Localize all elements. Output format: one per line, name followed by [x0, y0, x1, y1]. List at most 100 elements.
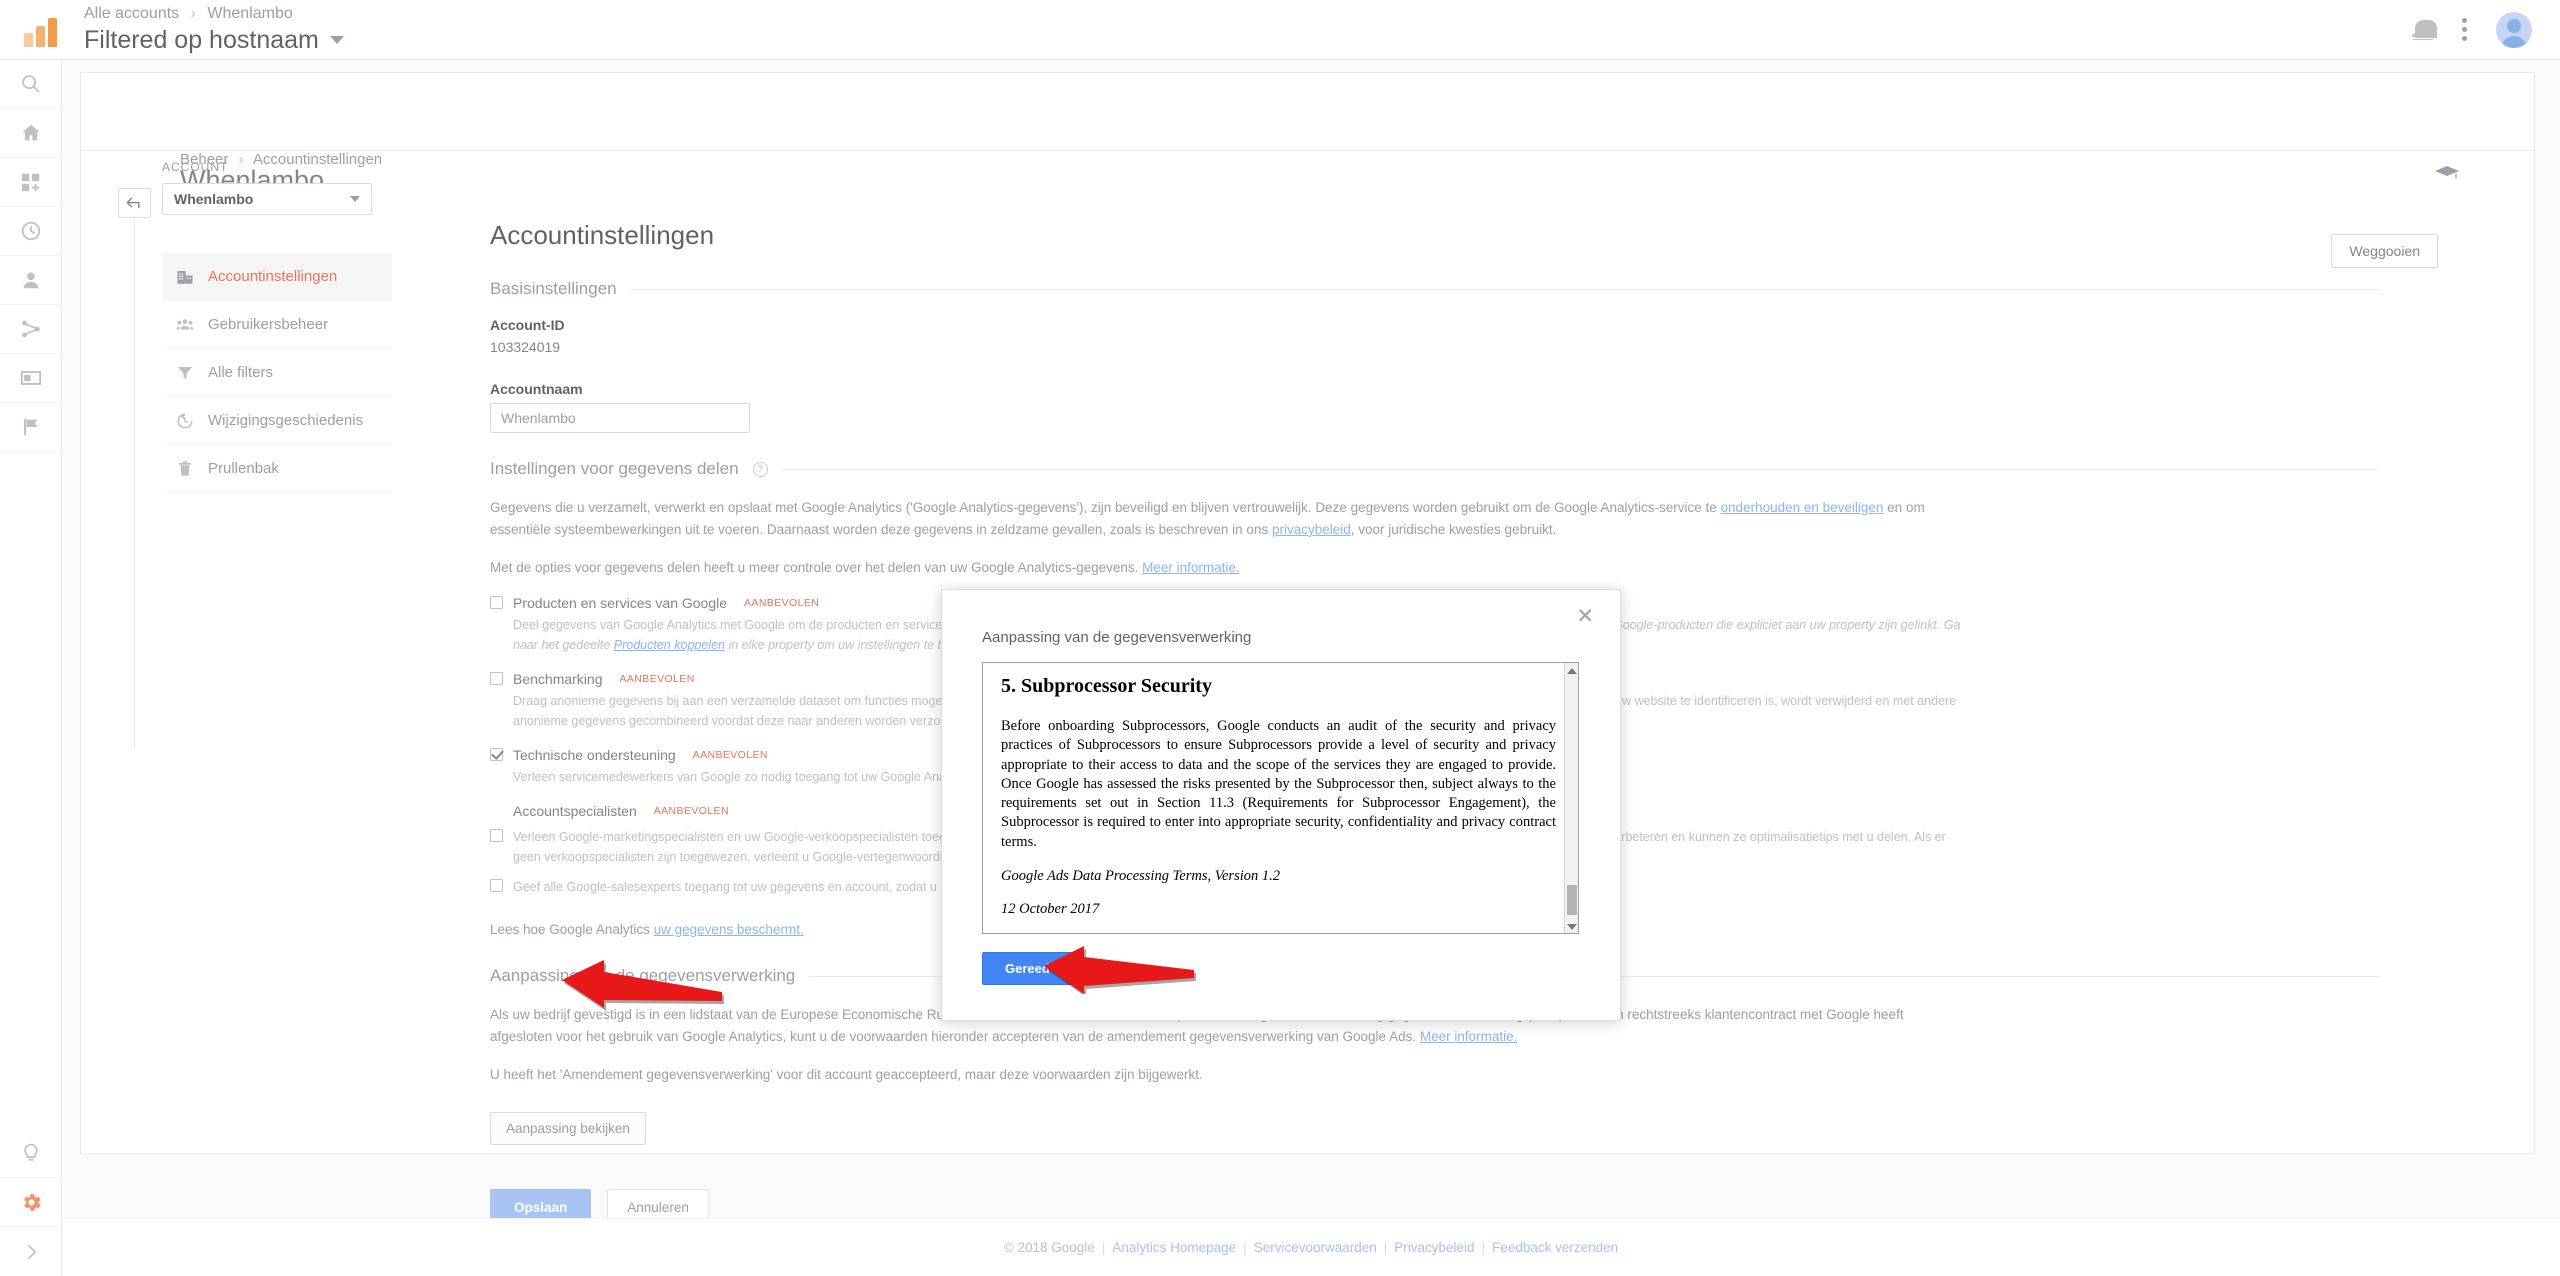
checkbox-benchmarking[interactable]	[490, 672, 503, 686]
account-id-label: Account-ID	[490, 317, 565, 333]
sidebar-item-gebruikersbeheer[interactable]: Gebruikersbeheer	[162, 301, 392, 349]
account-id-value: 103324019	[490, 339, 561, 355]
document-version: Google Ads Data Processing Terms, Versio…	[1001, 867, 1280, 884]
behavior-page-icon	[20, 371, 41, 385]
realtime-clock-icon	[21, 221, 40, 241]
document-content: 5. Subprocessor Security Before onboardi…	[983, 663, 1578, 918]
footer-link-privacybeleid[interactable]: Privacybeleid	[1394, 1240, 1474, 1255]
checkbox-technical-support[interactable]	[490, 748, 503, 762]
breadcrumb-account[interactable]: Whenlambo	[207, 5, 292, 22]
scroll-up-arrow-icon[interactable]	[1567, 668, 1577, 674]
footer-link-analytics-homepage[interactable]: Analytics Homepage	[1112, 1240, 1236, 1255]
notifications-bell-icon[interactable]	[2412, 17, 2437, 43]
sidebar-item-customization[interactable]	[0, 158, 61, 207]
left-icon-rail	[0, 60, 62, 1276]
footer-link-feedback[interactable]: Feedback verzenden	[1492, 1240, 1618, 1255]
sidebar-expand-button[interactable]	[0, 1227, 62, 1276]
close-icon[interactable]: ✕	[1570, 605, 1600, 628]
sidebar-item-prullenbak[interactable]: Prullenbak	[162, 445, 392, 493]
sidebar-item-home[interactable]	[0, 109, 61, 158]
account-name-label: Accountnaam	[490, 381, 583, 397]
link-onderhouden-beveiligen[interactable]: onderhouden en beveiligen	[1721, 500, 1884, 515]
more-options-icon[interactable]	[2462, 18, 2468, 41]
sidebar-item-label: Prullenbak	[208, 460, 279, 477]
footer-link-servicevoorwaarden[interactable]: Servicevoorwaarden	[1254, 1240, 1377, 1255]
status-badge: AANBEVOLEN	[744, 596, 820, 609]
link-dpa-meer-informatie[interactable]: Meer informatie.	[1420, 1029, 1518, 1044]
admin-gear-icon	[23, 1193, 41, 1211]
breadcrumb: Alle accounts › Whenlambo	[84, 4, 344, 24]
academy-button[interactable]	[2434, 165, 2460, 190]
scrollbar[interactable]	[1564, 663, 1578, 933]
amendment-dialog: Aanpassing van de gegevensverwerking ✕ 5…	[941, 589, 1621, 1021]
link-uw-gegevens-beschermt[interactable]: uw gegevens beschermt.	[654, 922, 804, 937]
users-icon	[176, 318, 194, 329]
sidebar-item-acquisition[interactable]	[0, 305, 61, 354]
google-analytics-logo[interactable]	[24, 13, 70, 47]
sidebar-item-audience[interactable]	[0, 256, 61, 305]
sidebar-item-accountinstellingen[interactable]: Accountinstellingen	[162, 253, 392, 301]
link-producten-koppelen[interactable]: Producten koppelen	[614, 638, 725, 652]
text-fragment: Lees hoe Google Analytics	[490, 921, 654, 937]
checkbox-label: Benchmarking	[513, 670, 603, 687]
sidebar-item-label: Gebruikersbeheer	[208, 316, 329, 333]
avatar[interactable]	[2496, 11, 2532, 48]
section-label: Instellingen voor gegevens delen	[490, 459, 739, 478]
property-selector[interactable]: Filtered op hostnaam	[84, 24, 344, 56]
checkbox-sales-experts[interactable]	[490, 878, 503, 892]
graduation-cap-icon	[2435, 166, 2459, 179]
view-amendment-button[interactable]: Aanpassing bekijken	[490, 1112, 646, 1146]
audience-person-icon	[23, 272, 38, 289]
text-fragment: Met de opties voor gegevens delen heeft …	[490, 559, 1143, 575]
scroll-down-arrow-icon[interactable]	[1567, 924, 1577, 930]
sidebar-item-label: Wijzigingsgeschiedenis	[208, 412, 364, 429]
sidebar-item-search[interactable]	[0, 60, 61, 109]
document-date: 12 October 2017	[1001, 900, 1100, 917]
link-meer-informatie[interactable]: Meer informatie.	[1142, 560, 1240, 575]
sidebar-item-wijzigingsgeschiedenis[interactable]: Wijzigingsgeschiedenis	[162, 397, 392, 445]
sidebar-item-discover[interactable]	[0, 1129, 62, 1178]
status-badge: AANBEVOLEN	[619, 672, 695, 685]
dpa-paragraph-2: U heeft het 'Amendement gegevensverwerki…	[490, 1067, 1203, 1083]
chevron-down-icon	[350, 196, 360, 202]
account-section-label: ACCOUNT	[162, 160, 229, 174]
checkbox-marketing-specialists[interactable]	[490, 828, 503, 842]
history-clock-icon	[177, 413, 193, 428]
sidebar-item-conversions[interactable]	[0, 403, 61, 452]
question-mark-icon[interactable]: ?	[752, 461, 768, 477]
sidebar-item-alle-filters[interactable]: Alle filters	[162, 349, 392, 397]
back-button[interactable]	[118, 188, 151, 218]
sidebar-item-realtime[interactable]	[0, 207, 61, 256]
checkbox-label: Producten en services van Google	[513, 594, 728, 611]
copyright-text: © 2018 Google	[1003, 1240, 1095, 1255]
customization-icon	[21, 173, 39, 192]
specialists-label: Accountspecialisten	[513, 802, 637, 819]
done-button[interactable]: Gereed	[982, 952, 1073, 985]
divider	[630, 288, 2380, 290]
property-title: Filtered op hostnaam	[84, 25, 319, 54]
sidebar-item-admin[interactable]	[0, 1178, 62, 1227]
rail-bottom-group	[0, 1129, 62, 1276]
text-fragment: Gegevens die u verzamelt, verwerkt en op…	[490, 500, 1721, 515]
section-basisinstellingen: Basisinstellingen	[490, 279, 2380, 299]
sharing-paragraph-2: Met de opties voor gegevens delen heeft …	[490, 557, 1960, 579]
top-bar: Alle accounts › Whenlambo Filtered op ho…	[0, 0, 2560, 60]
status-badge: AANBEVOLEN	[653, 804, 729, 817]
breadcrumb-separator: ›	[190, 4, 196, 22]
breadcrumb-all-accounts[interactable]: Alle accounts	[84, 5, 179, 22]
scrollbar-thumb[interactable]	[1567, 885, 1577, 915]
checkbox-google-products[interactable]	[490, 596, 503, 610]
page-footer: © 2018 Google | Analytics Homepage | Ser…	[62, 1218, 2560, 1276]
account-select[interactable]: Whenlambo	[162, 183, 372, 215]
sidebar-item-behavior[interactable]	[0, 354, 61, 403]
link-privacybeleid[interactable]: privacybeleid	[1272, 522, 1351, 537]
account-name-input[interactable]	[490, 403, 750, 433]
status-badge: AANBEVOLEN	[692, 748, 768, 761]
account-select-value: Whenlambo	[174, 191, 254, 207]
section-gegevens-delen: Instellingen voor gegevens delen ?	[490, 459, 2380, 479]
dialog-title: Aanpassing van de gegevensverwerking	[982, 629, 1252, 646]
section-label: Basisinstellingen	[490, 279, 617, 298]
document-heading: 5. Subprocessor Security	[1001, 675, 1212, 697]
nav-divider-line	[134, 188, 135, 748]
text-fragment: , voor juridische kwesties gebruikt.	[1350, 521, 1557, 537]
